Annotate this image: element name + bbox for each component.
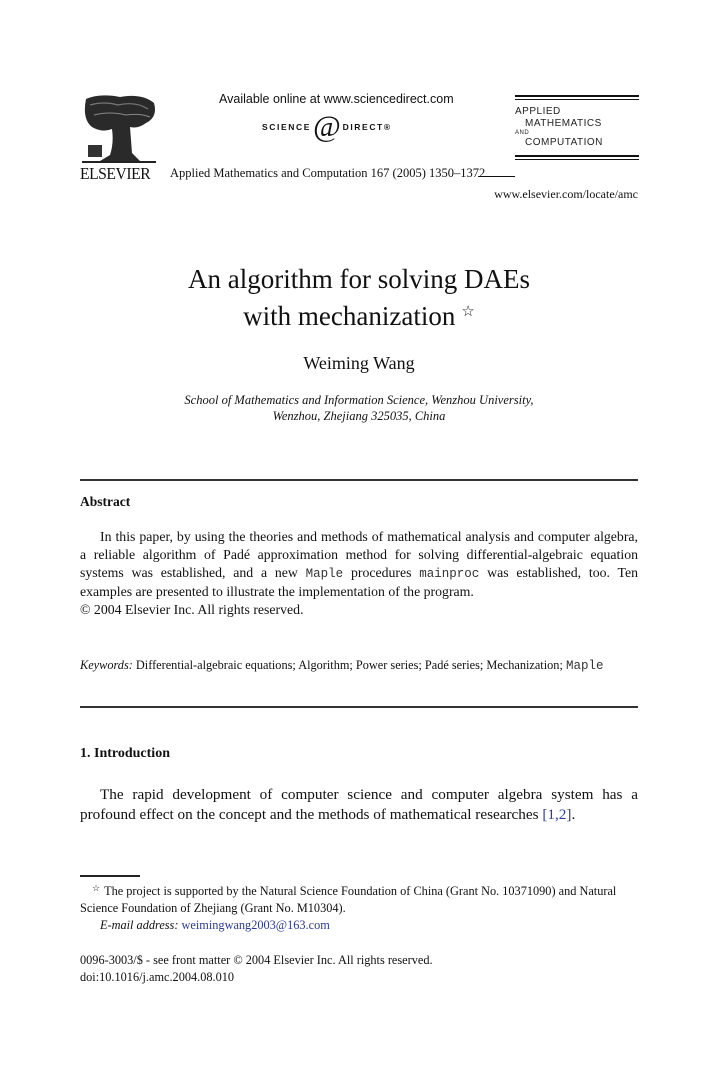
sciencedirect-logo-left: SCIENCE: [262, 122, 311, 132]
elsevier-tree-logo-icon: [82, 95, 156, 163]
keywords-text: Differential-algebraic equations; Algori…: [132, 658, 566, 672]
journal-citation: Applied Mathematics and Computation 167 …: [170, 166, 486, 180]
journal-url[interactable]: www.elsevier.com/locate/amc: [494, 187, 638, 202]
journal-logo-line-2: MATHEMATICS: [525, 118, 602, 129]
front-matter: 0096-3003/$ - see front matter © 2004 El…: [80, 952, 433, 986]
introduction-end: .: [571, 806, 576, 823]
journal-logo: APPLIED MATHEMATICS AND COMPUTATION: [515, 95, 639, 162]
abstract-bottom-rule: [80, 706, 638, 708]
abstract-copyright: © 2004 Elsevier Inc. All rights reserved…: [80, 602, 304, 617]
sciencedirect-logo-right: DIRECT®: [342, 122, 392, 132]
keywords-label: Keywords:: [80, 658, 133, 672]
journal-logo-rule-bottom-2: [515, 158, 639, 160]
footnote-text: The project is supported by the Natural …: [80, 884, 617, 915]
abstract-code-maple: Maple: [305, 567, 344, 581]
article-title: An algorithm for solving DAEs with mecha…: [0, 263, 718, 333]
article-title-line-2-wrap: with mechanization ☆: [0, 296, 718, 333]
abstract-body: In this paper, by using the theories and…: [80, 528, 638, 619]
journal-logo-line-3: AND: [515, 130, 530, 136]
doi-line[interactable]: doi:10.1016/j.amc.2004.08.010: [80, 969, 433, 986]
footnote-funding: ☆ The project is supported by the Natural…: [80, 880, 638, 917]
elsevier-wordmark: ELSEVIER: [80, 164, 151, 183]
email-link[interactable]: weimingwang2003@163.com: [182, 918, 330, 932]
journal-logo-line-4: COMPUTATION: [525, 137, 603, 148]
available-online-text: Available online at www.sciencedirect.co…: [219, 92, 454, 106]
title-footnote-star-icon[interactable]: ☆: [461, 304, 474, 320]
affiliation-line-2: Wenzhou, Zhejiang 325035, China: [272, 409, 446, 423]
journal-logo-rule-top-2: [515, 98, 639, 100]
journal-logo-line-1: APPLIED: [515, 106, 561, 117]
journal-logo-rule-top: [515, 95, 639, 97]
journal-logo-rule-bottom: [515, 155, 639, 157]
author-name: Weiming Wang: [303, 353, 415, 373]
affiliation-line-1: School of Mathematics and Information Sc…: [184, 393, 534, 407]
section-heading-introduction: 1. Introduction: [80, 746, 170, 761]
article-title-line-1: An algorithm for solving DAEs: [188, 264, 530, 294]
footnote: ☆ The project is supported by the Natural…: [80, 880, 638, 934]
abstract-paragraph: In this paper, by using the theories and…: [80, 528, 638, 601]
introduction-paragraph: The rapid development of computer scienc…: [80, 785, 638, 825]
email-label: E-mail address:: [100, 918, 179, 932]
issn-line: 0096-3003/$ - see front matter © 2004 El…: [80, 953, 433, 967]
sciencedirect-at-icon: @: [313, 110, 341, 143]
footnote-star-icon: ☆: [92, 883, 101, 893]
abstract-top-rule: [80, 479, 638, 481]
keywords-code-maple: Maple: [565, 659, 604, 673]
abstract-heading: Abstract: [80, 494, 131, 509]
abstract-text-2: procedures: [343, 565, 420, 580]
footnote-rule: [80, 875, 140, 877]
keywords: Keywords: Differential-algebraic equatio…: [80, 657, 638, 675]
abstract-code-mainproc: mainproc: [419, 567, 480, 581]
footnote-email-line: E-mail address: weimingwang2003@163.com: [80, 917, 638, 934]
author-affiliation: School of Mathematics and Information Sc…: [0, 392, 718, 424]
introduction-body: The rapid development of computer scienc…: [80, 785, 638, 825]
sciencedirect-logo: SCIENCE @ DIRECT®: [262, 112, 392, 142]
article-title-line-2: with mechanization: [243, 301, 456, 331]
citation-link[interactable]: [1,2]: [542, 806, 571, 823]
journal-citation-rule: [478, 176, 515, 177]
